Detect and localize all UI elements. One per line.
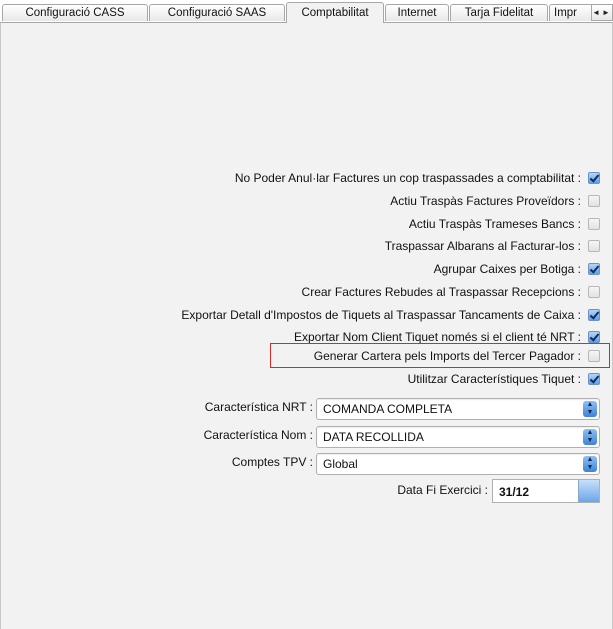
tab-scroll-buttons[interactable]: ◄► — [591, 4, 613, 21]
tab-bar: Configuració CASS Configuració SAAS Comp… — [0, 0, 613, 23]
comptes-tpv-label: Comptes TPV : — [231, 455, 313, 469]
checkbox[interactable] — [588, 331, 600, 343]
updown-arrow-icon: ▲ ▼ — [583, 456, 597, 472]
highlight-box — [270, 343, 610, 368]
option-label: Utilitzar Característiques Tiquet : — [407, 372, 581, 386]
option-crear-factures-rebudes: Crear Factures Rebudes al Traspassar Rec… — [302, 282, 600, 302]
checkbox[interactable] — [588, 195, 600, 207]
comptabilitat-panel — [0, 22, 613, 629]
updown-arrow-icon: ▲ ▼ — [583, 401, 597, 417]
option-actiu-traspas-trameses: Actiu Traspàs Trameses Bancs : — [409, 214, 600, 234]
tab-impr[interactable]: Impr — [549, 4, 593, 21]
select-value: COMANDA COMPLETA — [323, 402, 453, 416]
option-label: Crear Factures Rebudes al Traspassar Rec… — [301, 285, 581, 299]
tab-internet[interactable]: Internet — [385, 4, 449, 21]
option-label: Agrupar Caixes per Botiga : — [433, 262, 581, 276]
checkbox[interactable] — [588, 218, 600, 230]
tab-configuracio-cass[interactable]: Configuració CASS — [2, 4, 148, 21]
updown-arrow-icon: ▲ ▼ — [583, 429, 597, 445]
option-actiu-traspas-factures: Actiu Traspàs Factures Proveïdors : — [390, 191, 600, 211]
checkbox[interactable] — [588, 263, 600, 275]
option-label: Actiu Traspàs Trameses Bancs : — [408, 217, 581, 231]
option-label: No Poder Anul·lar Factures un cop traspa… — [234, 171, 581, 185]
option-label: Traspassar Albarans al Facturar-los : — [384, 239, 581, 253]
checkbox[interactable] — [588, 240, 600, 252]
comptes-tpv-select[interactable]: Global ▲ ▼ — [316, 453, 600, 475]
checkbox[interactable] — [588, 286, 600, 298]
checkbox[interactable] — [588, 172, 600, 184]
option-exportar-detall-impostos: Exportar Detall d'Impostos de Tiquets al… — [181, 305, 600, 325]
option-agrupar-caixes: Agrupar Caixes per Botiga : — [434, 259, 600, 279]
option-label: Exportar Nom Client Tiquet només si el c… — [293, 330, 581, 344]
option-utilitzar-caracteristiques: Utilitzar Característiques Tiquet : — [408, 369, 600, 389]
date-picker-button[interactable] — [578, 480, 599, 502]
data-fi-exercici-field[interactable]: 31/12 — [492, 479, 600, 503]
checkbox[interactable] — [588, 309, 600, 321]
tab-tarja-fidelitat[interactable]: Tarja Fidelitat — [450, 4, 548, 21]
option-traspassar-albarans: Traspassar Albarans al Facturar-los : — [385, 236, 600, 256]
caracteristica-nom-label: Característica Nom : — [203, 428, 313, 442]
option-label: Exportar Detall d'Impostos de Tiquets al… — [181, 308, 581, 322]
select-value: Global — [323, 457, 358, 471]
date-value: 31/12 — [499, 485, 530, 499]
select-value: DATA RECOLLIDA — [323, 430, 424, 444]
caracteristica-nrt-select[interactable]: COMANDA COMPLETA ▲ ▼ — [316, 398, 600, 420]
checkbox[interactable] — [588, 373, 600, 385]
tab-configuracio-saas[interactable]: Configuració SAAS — [149, 4, 285, 21]
caracteristica-nom-select[interactable]: DATA RECOLLIDA ▲ ▼ — [316, 426, 600, 448]
option-no-poder-anullar: No Poder Anul·lar Factures un cop traspa… — [235, 168, 600, 188]
option-label: Actiu Traspàs Factures Proveïdors : — [390, 194, 581, 208]
tab-comptabilitat[interactable]: Comptabilitat — [286, 2, 384, 23]
data-fi-exercici-label: Data Fi Exercici : — [397, 483, 488, 497]
caracteristica-nrt-label: Característica NRT : — [204, 400, 313, 414]
